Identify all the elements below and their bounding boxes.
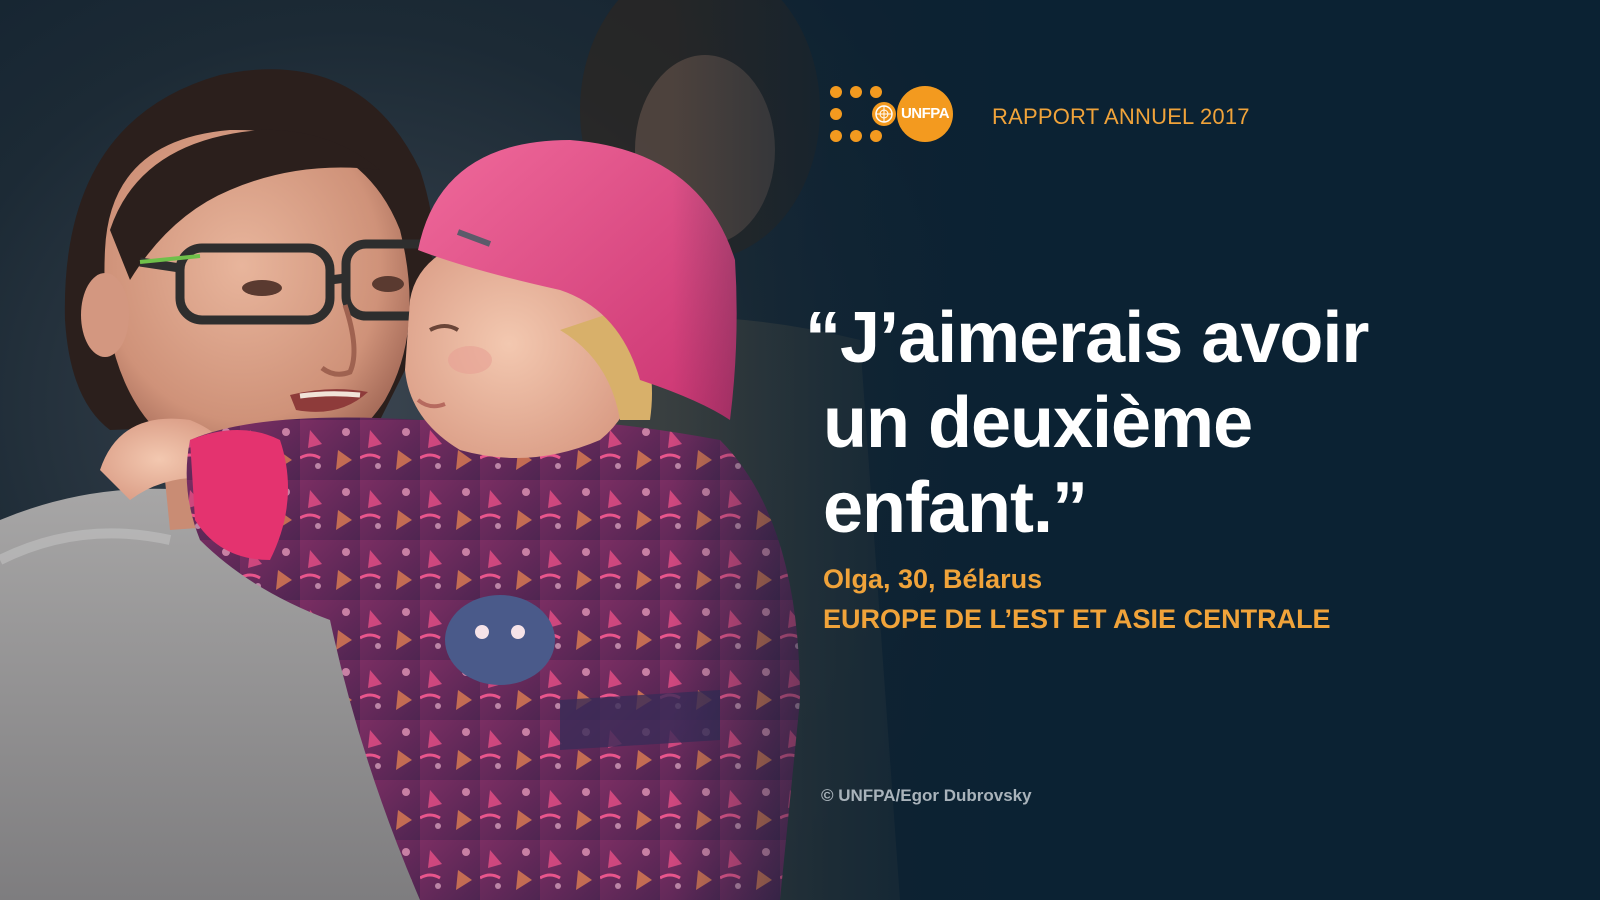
- logo-dot: [850, 130, 862, 142]
- speaker-name: Olga, 30, Bélarus: [823, 564, 1043, 594]
- logo-dot: [830, 130, 842, 142]
- quote-line: “J’aimerais avoir: [805, 298, 1369, 378]
- unfpa-logo[interactable]: UNFPA: [830, 86, 960, 144]
- logo-wordmark: UNFPA: [897, 86, 953, 142]
- logo-dot: [870, 86, 882, 98]
- logo-dot: [870, 130, 882, 142]
- logo-dot: [830, 108, 842, 120]
- region-label: EUROPE DE L’EST ET ASIE CENTRALE: [823, 604, 1331, 634]
- quote-line: un deuxième: [823, 383, 1253, 463]
- un-emblem-icon: [872, 102, 896, 126]
- quote: “J’aimerais avoir un deuxième enfant.”: [805, 296, 1405, 551]
- photo-credit: © UNFPA/Egor Dubrovsky: [821, 786, 1032, 805]
- logo-dot: [830, 86, 842, 98]
- logo-dot: [850, 86, 862, 98]
- quote-line: enfant.”: [823, 468, 1088, 548]
- poster: UNFPA RAPPORT ANNUEL 2017 “J’aimerais av…: [0, 0, 1600, 900]
- report-title: RAPPORT ANNUEL 2017: [992, 104, 1250, 129]
